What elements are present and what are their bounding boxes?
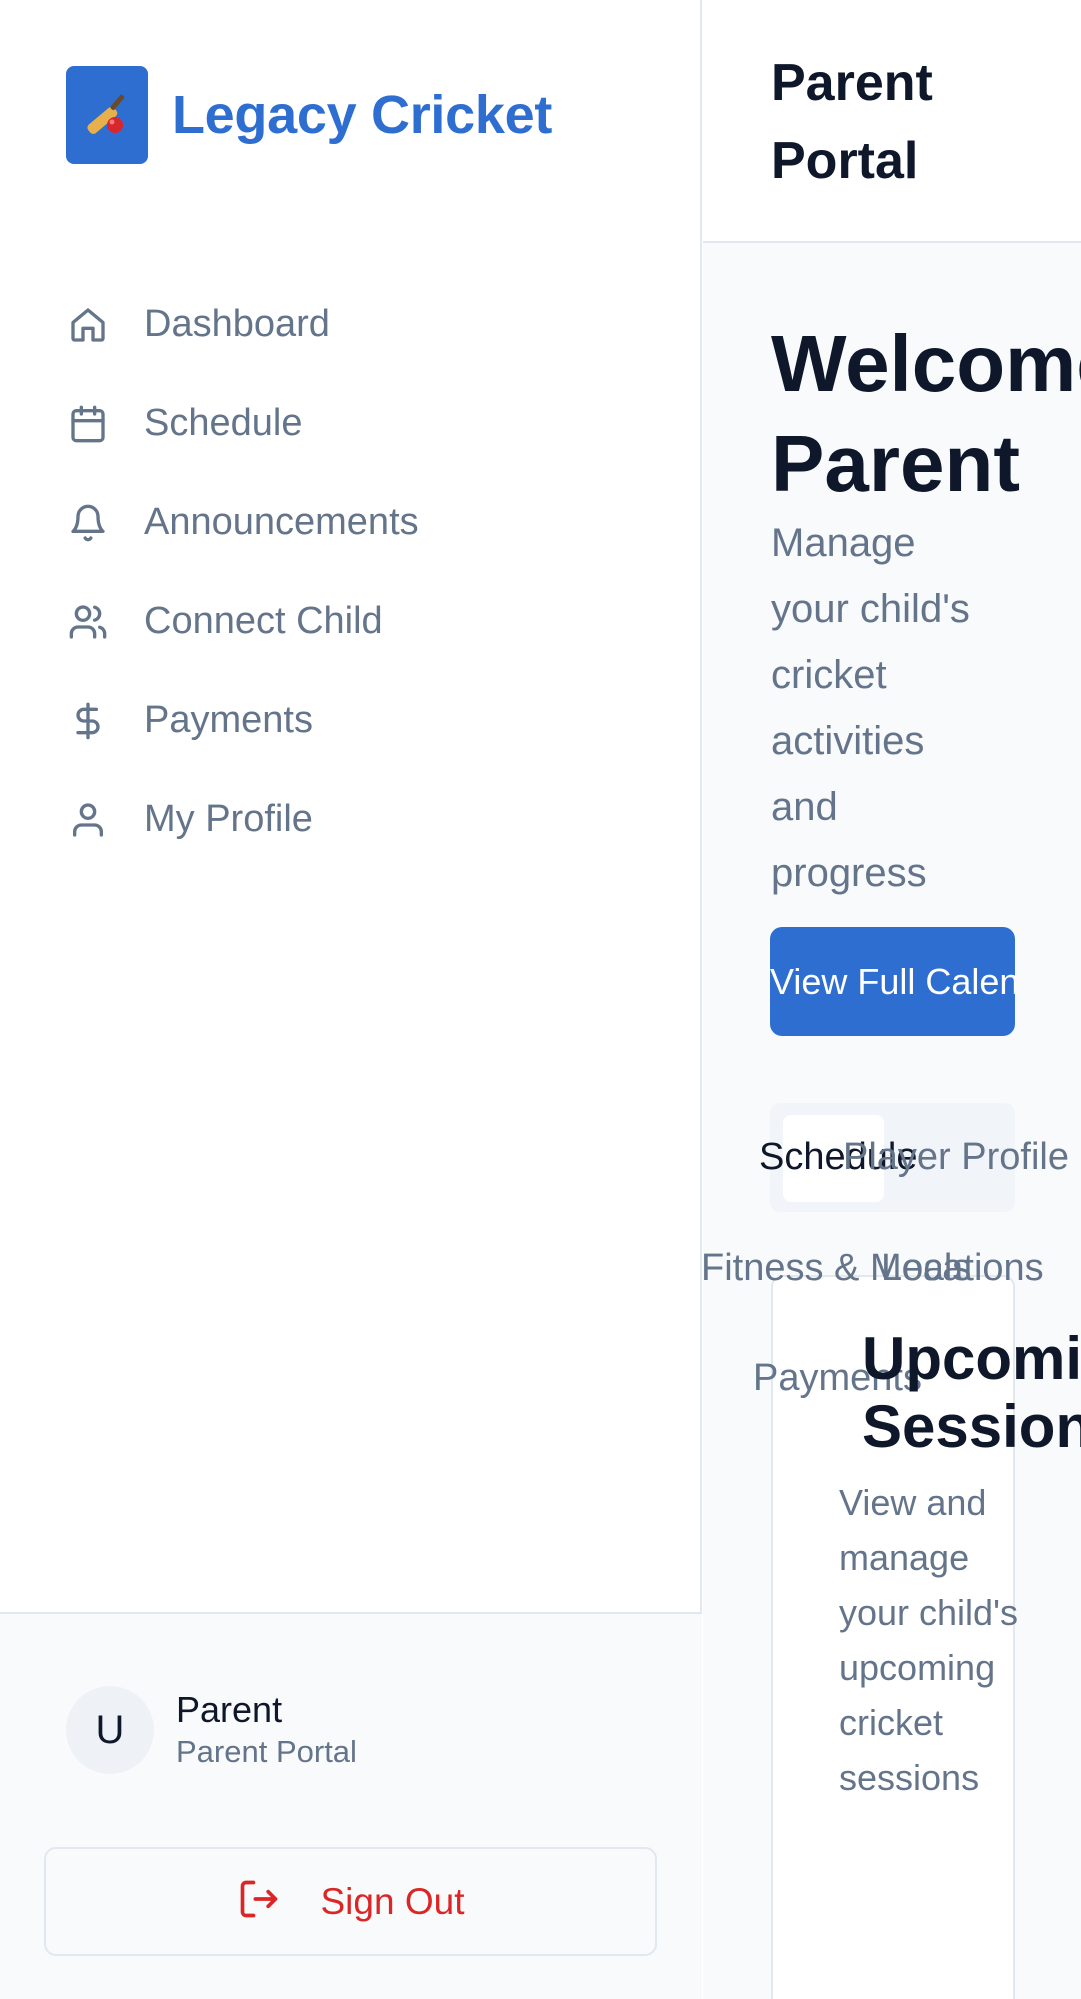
sidebar-item-label: My Profile: [144, 798, 313, 840]
dollar-icon: [66, 699, 110, 743]
brand-name: Legacy Cricket: [172, 85, 552, 145]
tab-locations[interactable]: Locations: [881, 1247, 1044, 1290]
brand[interactable]: Legacy Cricket: [66, 66, 552, 164]
tab-player-profile[interactable]: Player Profile: [843, 1136, 1069, 1179]
sidebar-item-label: Announcements: [144, 501, 419, 543]
top-bar: Parent Portal: [703, 0, 1081, 243]
sign-out-button[interactable]: Sign Out: [44, 1847, 657, 1956]
user-icon: [66, 798, 110, 842]
bell-icon: [66, 501, 110, 545]
sidebar-footer: U Parent Parent Portal Sign Out: [0, 1612, 702, 1999]
user-role: Parent Portal: [176, 1734, 357, 1769]
user-text: Parent Parent Portal: [176, 1688, 357, 1772]
card-description: View and manage your child's upcoming cr…: [839, 1482, 1018, 1798]
users-icon: [66, 600, 110, 644]
sidebar-item-payments[interactable]: Payments: [66, 671, 419, 770]
sidebar-item-label: Dashboard: [144, 303, 330, 345]
welcome-heading: Welcome, Parent: [771, 319, 1081, 508]
card-title: Upcoming Sessions: [862, 1325, 1081, 1460]
sidebar-item-announcements[interactable]: Announcements: [66, 473, 419, 572]
sign-out-label: Sign Out: [320, 1880, 465, 1922]
sidebar-item-connect-child[interactable]: Connect Child: [66, 572, 419, 671]
sidebar-item-dashboard[interactable]: Dashboard: [66, 275, 419, 374]
sidebar-item-schedule[interactable]: Schedule: [66, 374, 419, 473]
user-name: Parent: [176, 1689, 283, 1730]
sidebar-item-label: Connect Child: [144, 600, 383, 642]
calendar-icon: [66, 402, 110, 446]
log-out-icon: [237, 1877, 281, 1926]
home-icon: [66, 303, 110, 347]
avatar: U: [66, 1686, 154, 1774]
sidebar: Legacy Cricket Dashboard Schedule Announ…: [0, 0, 702, 1999]
page-title: Parent Portal: [771, 54, 933, 190]
sidebar-item-label: Payments: [144, 699, 313, 741]
main-content: Parent Portal Welcome, Parent Manage you…: [703, 0, 1081, 1999]
sidebar-nav: Dashboard Schedule Announcements Connect…: [66, 275, 419, 869]
cricket-bat-icon: [66, 66, 148, 164]
sidebar-item-my-profile[interactable]: My Profile: [66, 770, 419, 869]
view-full-calendar-button[interactable]: View Full Calendar: [770, 927, 1015, 1036]
user-info: U Parent Parent Portal: [66, 1686, 357, 1774]
app-root: Legacy Cricket Dashboard Schedule Announ…: [0, 0, 1081, 1999]
sidebar-item-label: Schedule: [144, 402, 303, 444]
welcome-subtitle: Manage your child's cricket activities a…: [771, 521, 970, 895]
